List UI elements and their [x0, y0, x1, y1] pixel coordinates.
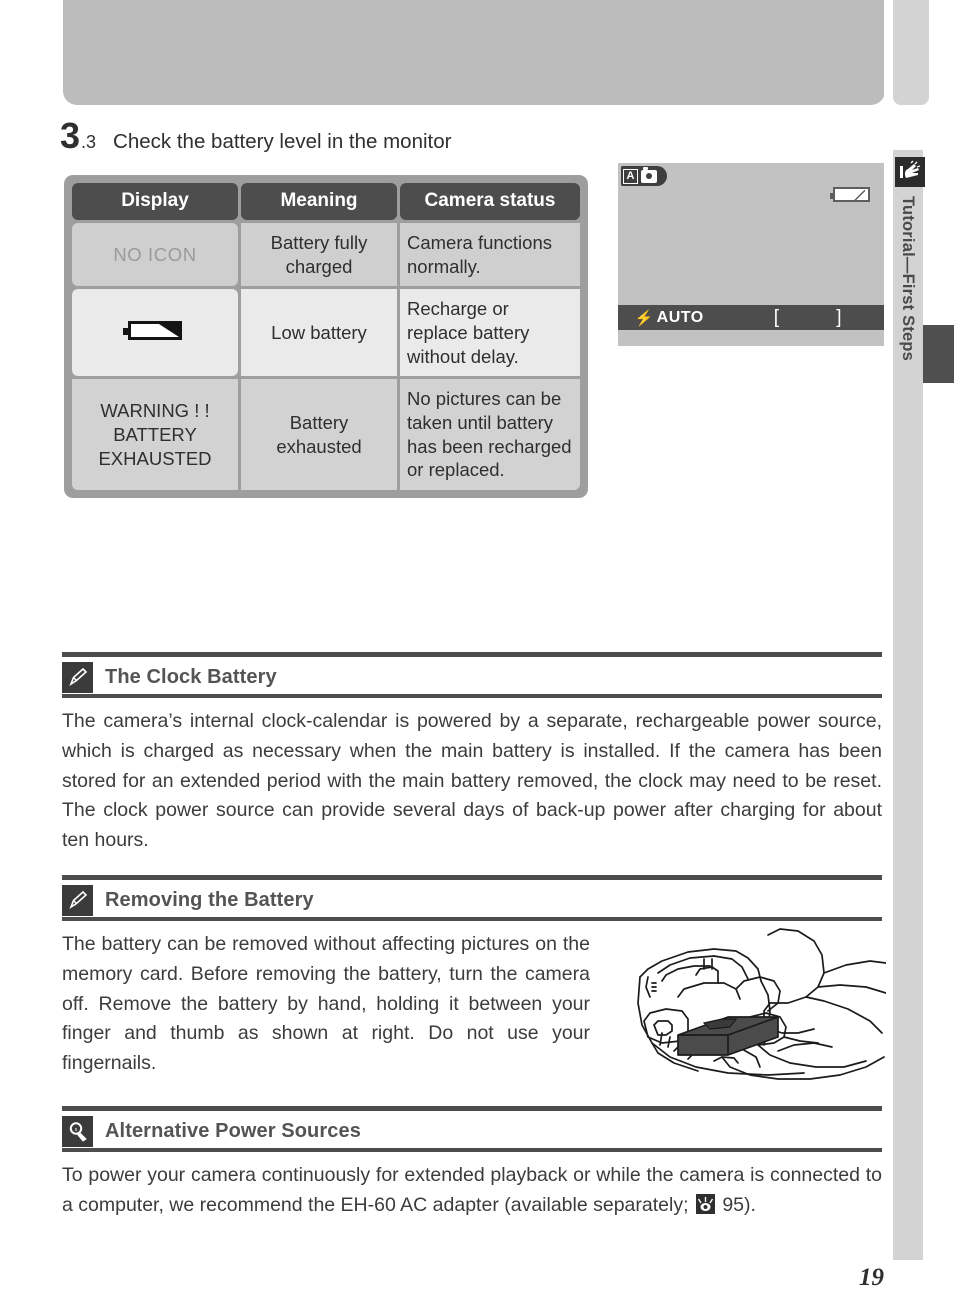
- cell-meaning: Low battery: [241, 289, 397, 377]
- step-heading: 3 .3 Check the battery level in the moni…: [60, 118, 660, 158]
- table-row: NO ICON Battery fully charged Camera fun…: [72, 223, 580, 287]
- chapter-label: Tutorial—First Steps: [899, 196, 917, 362]
- tutorial-hand-icon: [895, 157, 925, 187]
- cell-meaning: Battery exhausted: [241, 379, 397, 491]
- column-header-meaning: Meaning: [241, 183, 397, 220]
- auto-mode-indicator: A: [621, 166, 667, 186]
- note-body: The camera’s internal clock-calendar is …: [62, 710, 882, 852]
- monitor-status-bar: ⚡ AUTO [ ]: [618, 305, 884, 330]
- no-icon-label: NO ICON: [113, 243, 197, 265]
- low-battery-icon: [123, 320, 182, 340]
- cell-meaning: Battery fully charged: [241, 223, 397, 287]
- note-body: To power your camera continuously for ex…: [62, 1161, 882, 1221]
- monitor-battery-icon: [830, 187, 870, 202]
- step-number: 3: [60, 115, 81, 156]
- note-header: s Alternative Power Sources: [62, 1106, 882, 1152]
- table-row: WARNING ! ! BATTERY EXHAUSTED Battery ex…: [72, 379, 580, 491]
- focus-brackets-icon: [ ]: [773, 306, 868, 328]
- page-top-band: [63, 0, 885, 105]
- pencil-icon: [62, 884, 93, 916]
- page-right-divider: [884, 0, 886, 1314]
- magnifier-icon: s: [62, 1115, 93, 1147]
- column-header-camera-status: Camera status: [400, 183, 580, 220]
- cell-camera-status: Camera functions normally.: [400, 223, 580, 287]
- battery-level-table: Display Meaning Camera status NO ICON Ba…: [64, 175, 588, 499]
- see-reference-icon: [695, 1193, 715, 1214]
- mode-letter-a: A: [623, 168, 638, 184]
- note-header: The Clock Battery: [62, 652, 882, 698]
- chapter-tab-marker: [923, 325, 954, 383]
- flash-mode-label: AUTO: [656, 308, 704, 326]
- table-header-row: Display Meaning Camera status: [72, 183, 580, 220]
- battery-removal-illustration: [618, 925, 887, 1090]
- cell-camera-status: No pictures can be taken until battery h…: [400, 379, 580, 491]
- note-alternative-power-sources: s Alternative Power Sources To power you…: [62, 1106, 882, 1221]
- step-title-text: Check the battery level in the monitor: [113, 130, 452, 153]
- camera-monitor-mockup: A ⚡ AUTO [ ]: [618, 163, 884, 346]
- note-body: The battery can be removed without affec…: [62, 933, 590, 1075]
- cell-display: WARNING ! ! BATTERY EXHAUSTED: [72, 379, 238, 491]
- note-header: Removing the Battery: [62, 875, 882, 921]
- note-body-pre: To power your camera continuously for ex…: [62, 1164, 882, 1216]
- pencil-icon: [62, 661, 93, 693]
- camera-icon: [641, 167, 657, 183]
- flash-mode-indicator: ⚡ AUTO: [634, 309, 703, 327]
- cell-camera-status: Recharge or replace battery without dela…: [400, 289, 580, 377]
- page-top-rail-band: [893, 0, 929, 105]
- note-body-post: 95).: [716, 1193, 756, 1216]
- step-substep: .3: [81, 132, 97, 152]
- note-clock-battery: The Clock Battery The camera’s internal …: [62, 652, 882, 856]
- flash-bolt-icon: ⚡: [634, 309, 654, 327]
- column-header-display: Display: [72, 183, 238, 220]
- page-number: 19: [859, 1264, 884, 1291]
- note-title: The Clock Battery: [105, 665, 277, 688]
- warning-text: WARNING ! ! BATTERY EXHAUSTED: [98, 399, 212, 469]
- note-title: Alternative Power Sources: [105, 1119, 361, 1142]
- note-title: Removing the Battery: [105, 888, 314, 911]
- cell-display: NO ICON: [72, 223, 238, 287]
- cell-display: [72, 289, 238, 377]
- table-row: Low battery Recharge or replace battery …: [72, 289, 580, 377]
